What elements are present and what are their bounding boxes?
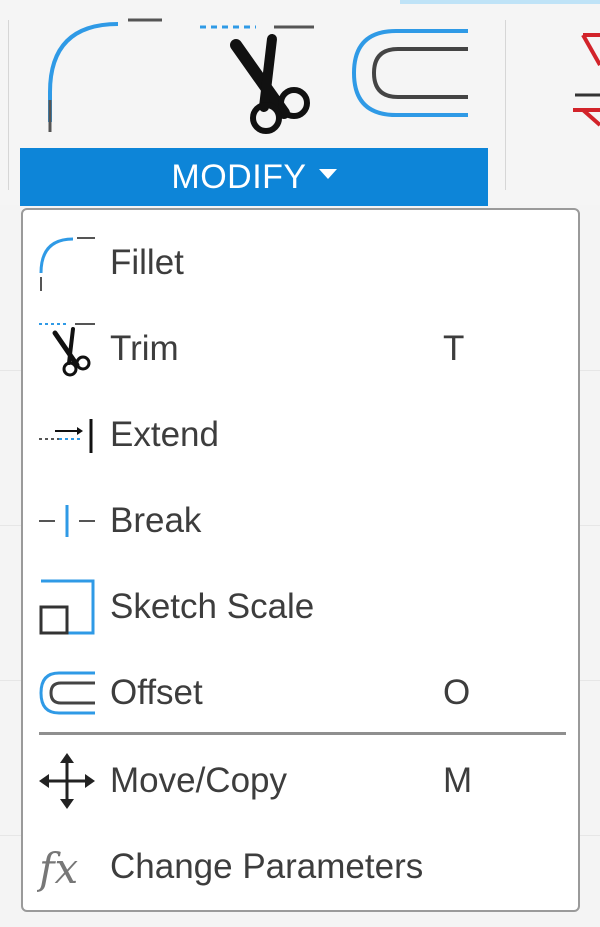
toolbar: MODIFY xyxy=(0,0,600,206)
toolbar-accent-line xyxy=(400,0,600,4)
menu-item-sketch-scale[interactable]: Sketch Scale xyxy=(23,564,578,650)
menu-item-change-parameters[interactable]: fx Change Parameters xyxy=(23,824,578,910)
menu-item-label: Trim xyxy=(110,329,179,368)
caret-down-icon xyxy=(318,169,337,179)
svg-text:fx: fx xyxy=(37,844,79,893)
menu-item-label: Change Parameters xyxy=(110,847,424,886)
menu-item-trim[interactable]: Trim T xyxy=(23,306,578,392)
menu-item-offset[interactable]: Offset O xyxy=(23,650,578,736)
menu-item-label: Extend xyxy=(110,415,219,454)
menu-item-shortcut: T xyxy=(443,329,465,368)
menu-item-shortcut: O xyxy=(443,673,471,712)
fillet-icon xyxy=(37,233,97,293)
menu-divider xyxy=(39,732,566,735)
function-fx-icon: fx xyxy=(36,837,97,897)
menu-item-extend[interactable]: Extend xyxy=(23,392,578,478)
menu-item-label: Offset xyxy=(110,673,203,712)
sketch-scale-icon xyxy=(37,577,97,637)
toolbar-separator xyxy=(8,20,9,190)
fillet-tool-icon[interactable] xyxy=(40,12,170,137)
menu-item-label: Fillet xyxy=(110,243,184,282)
extend-icon xyxy=(37,405,97,465)
offset-tool-icon[interactable] xyxy=(350,25,475,125)
modify-dropdown-menu: Fillet Trim T Extend Break Sketch Scale … xyxy=(21,208,580,912)
trim-tool-icon[interactable] xyxy=(196,15,321,140)
trim-icon xyxy=(37,319,97,379)
move-copy-icon xyxy=(37,751,97,811)
constraint-tool-icon[interactable] xyxy=(565,25,600,135)
toolbar-separator xyxy=(505,20,506,190)
modify-panel-button[interactable]: MODIFY xyxy=(20,148,488,206)
offset-icon xyxy=(37,663,97,723)
menu-item-label: Move/Copy xyxy=(110,761,288,800)
menu-item-fillet[interactable]: Fillet xyxy=(23,220,578,306)
menu-item-label: Break xyxy=(110,501,202,540)
break-icon xyxy=(37,491,97,551)
modify-panel-label: MODIFY xyxy=(171,157,307,196)
menu-item-shortcut: M xyxy=(443,761,473,800)
menu-item-break[interactable]: Break xyxy=(23,478,578,564)
menu-item-move-copy[interactable]: Move/Copy M xyxy=(23,738,578,824)
menu-item-label: Sketch Scale xyxy=(110,587,315,626)
